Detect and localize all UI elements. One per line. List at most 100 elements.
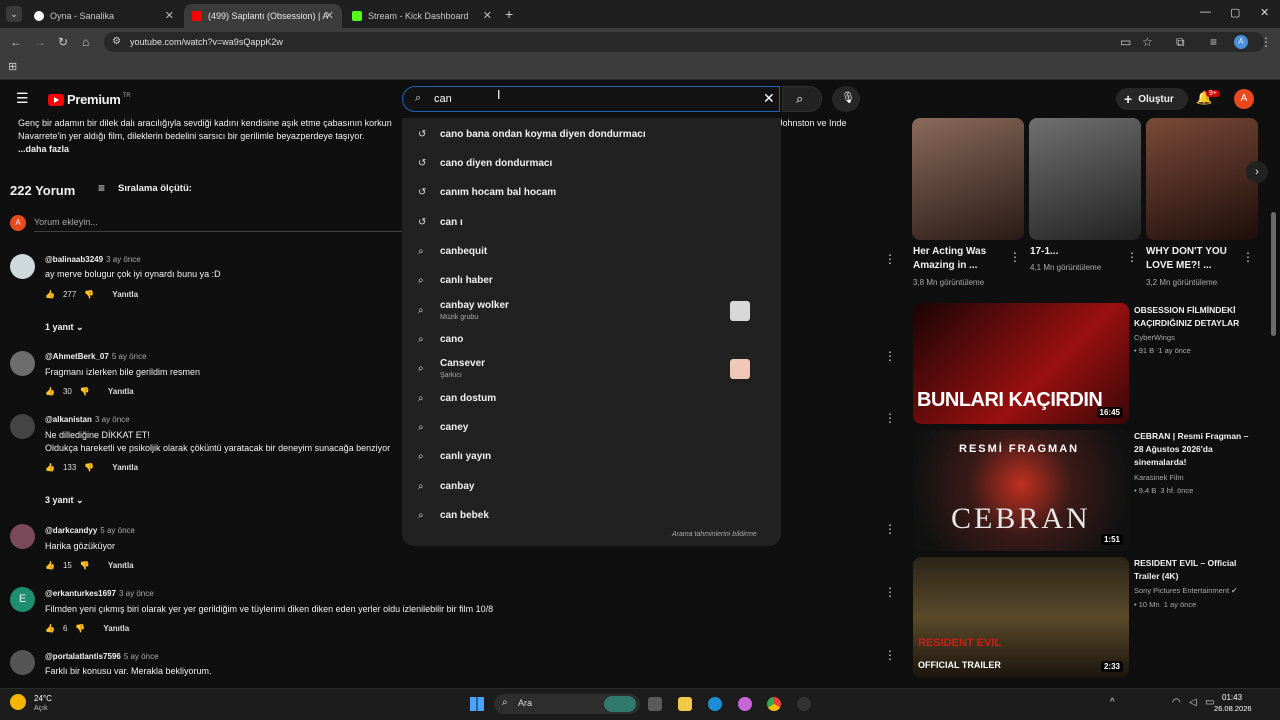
reload-icon[interactable]: ↻: [58, 35, 68, 49]
hamburger-icon[interactable]: ☰: [16, 90, 29, 107]
minimize-icon[interactable]: —: [1200, 6, 1211, 18]
new-tab-icon[interactable]: +: [505, 6, 513, 22]
reply-button[interactable]: Yanıtla: [112, 290, 138, 299]
commenter-avatar[interactable]: E: [10, 587, 35, 612]
shorts-next-button[interactable]: ›: [1246, 161, 1268, 183]
search-suggestion[interactable]: ⌕ canlı yayın: [402, 442, 781, 471]
short-thumbnail[interactable]: [1146, 118, 1258, 240]
short-menu-icon[interactable]: ⋮: [1242, 250, 1254, 264]
copilot-icon[interactable]: [738, 697, 752, 711]
search-suggestion[interactable]: ⌕ caney: [402, 413, 781, 442]
reply-button[interactable]: Yanıtla: [112, 463, 138, 472]
video-title[interactable]: RESIDENT EVIL – Official Trailer (4K): [1134, 557, 1264, 583]
sort-icon[interactable]: ≡: [98, 181, 105, 195]
like-icon[interactable]: 👍: [45, 387, 55, 396]
volume-icon[interactable]: ◁: [1189, 697, 1197, 708]
clock-time[interactable]: 01:43: [1222, 693, 1242, 702]
commenter-avatar[interactable]: [10, 650, 35, 675]
voice-search-button[interactable]: 🎙: [832, 86, 860, 112]
weather-icon[interactable]: [10, 694, 26, 710]
taskbar-search[interactable]: ⌕ Ara: [494, 694, 640, 714]
dislike-icon[interactable]: 👎: [80, 387, 90, 396]
search-input[interactable]: can: [434, 93, 452, 105]
youtube-logo[interactable]: Premium TR: [48, 92, 131, 107]
like-icon[interactable]: 👍: [45, 624, 55, 633]
commenter-avatar[interactable]: [10, 524, 35, 549]
commenter-avatar[interactable]: [10, 254, 35, 279]
forward-icon[interactable]: →: [34, 35, 46, 49]
comment-author[interactable]: @darkcandyy 5 ay önce: [45, 526, 135, 535]
search-suggestion[interactable]: ↺ cano diyen dondurmacı: [402, 149, 781, 178]
url-text[interactable]: youtube.com/watch?v=wa9sQappK2w: [130, 37, 283, 47]
search-input-container[interactable]: ⌕ can: [402, 86, 780, 112]
reading-list-icon[interactable]: ≡: [1210, 35, 1217, 49]
short-title[interactable]: WHY DON'T YOU LOVE ME?! ...: [1146, 245, 1227, 273]
reply-button[interactable]: Yanıtla: [103, 624, 129, 633]
search-suggestion[interactable]: ↺ canım hocam bal hocam: [402, 178, 781, 207]
tray-chevron-icon[interactable]: ^: [1110, 697, 1115, 708]
search-suggestion[interactable]: ⌕ can dostum: [402, 384, 781, 413]
search-button[interactable]: ⌕: [782, 86, 822, 112]
search-suggestion[interactable]: ⌕ canbequit: [402, 237, 781, 266]
app-icon[interactable]: [797, 697, 811, 711]
comment-menu-icon[interactable]: ⋮: [884, 411, 896, 425]
like-icon[interactable]: 👍: [45, 561, 55, 570]
dislike-icon[interactable]: 👎: [84, 463, 94, 472]
short-thumbnail[interactable]: [912, 118, 1024, 240]
comment-menu-icon[interactable]: ⋮: [884, 648, 896, 662]
tab-kick[interactable]: Stream - Kick Dashboard ✕: [344, 4, 500, 28]
clear-search-icon[interactable]: ✕: [763, 90, 775, 107]
tab-youtube[interactable]: (499) Saplantı (Obsession) | Alt ✕: [184, 4, 342, 28]
comment-author[interactable]: @AhmetBerk_07 5 ay önce: [45, 352, 147, 361]
comment-menu-icon[interactable]: ⋮: [884, 252, 896, 266]
short-menu-icon[interactable]: ⋮: [1126, 250, 1138, 264]
extensions-icon[interactable]: ⧉: [1176, 35, 1185, 50]
view-replies-button[interactable]: 1 yanıt ⌄: [45, 322, 84, 333]
short-title[interactable]: Her Acting Was Amazing in ...: [913, 245, 986, 273]
commenter-avatar[interactable]: [10, 351, 35, 376]
edge-icon[interactable]: [708, 697, 722, 711]
video-title[interactable]: CEBRAN | Resmi Fragman –28 Ağustos 2026'…: [1134, 430, 1264, 469]
task-view-icon[interactable]: [648, 697, 662, 711]
tab-sanalika[interactable]: Oyna - Sanalika ✕: [26, 4, 182, 28]
search-suggestion[interactable]: ⌕ canbay wolker Müzik grubu: [402, 296, 781, 325]
search-suggestion[interactable]: ⌕ canbay: [402, 472, 781, 501]
video-channel[interactable]: Sony Pictures Entertainment ✔: [1134, 586, 1237, 595]
menu-icon[interactable]: ⋮: [1260, 35, 1272, 49]
account-avatar[interactable]: A: [1234, 89, 1254, 109]
cast-icon[interactable]: ▭: [1120, 35, 1131, 49]
close-tab-icon[interactable]: ✕: [483, 9, 492, 22]
like-icon[interactable]: 👍: [45, 463, 55, 472]
search-suggestion[interactable]: ⌕ can bebek: [402, 501, 781, 530]
comment-menu-icon[interactable]: ⋮: [884, 522, 896, 536]
video-channel[interactable]: Karasinek Film: [1134, 473, 1184, 482]
search-suggestion[interactable]: ↺ cano bana ondan koyma diyen dondurmacı: [402, 120, 781, 149]
video-title[interactable]: OBSESSION FİLMİNDEKİ KAÇIRDIĞINIZ DETAYLA…: [1134, 304, 1264, 330]
like-icon[interactable]: 👍: [45, 290, 55, 299]
clock-date[interactable]: 26.08.2026: [1214, 704, 1252, 713]
video-thumbnail[interactable]: RESIDENT EVIL OFFICIAL TRAILER 2:33: [913, 557, 1129, 678]
dislike-icon[interactable]: 👎: [75, 624, 85, 633]
close-window-icon[interactable]: ✕: [1260, 6, 1269, 19]
search-suggestion[interactable]: ⌕ Cansever Şarkıcı: [402, 354, 781, 383]
tab-search-icon[interactable]: ⌄: [6, 6, 22, 22]
search-suggestion[interactable]: ⌕ cano: [402, 325, 781, 354]
report-predictions-link[interactable]: Arama tahminlerini bildirme: [672, 531, 757, 538]
bookmark-star-icon[interactable]: ☆: [1142, 35, 1153, 49]
page-scrollbar[interactable]: [1271, 212, 1276, 336]
create-button[interactable]: + Oluştur: [1116, 88, 1188, 110]
maximize-icon[interactable]: ▢: [1230, 6, 1240, 19]
video-thumbnail[interactable]: RESMİ FRAGMAN CEBRAN 1:51: [913, 430, 1129, 551]
search-suggestion[interactable]: ↺ can ı: [402, 208, 781, 237]
commenter-avatar[interactable]: [10, 414, 35, 439]
search-suggestion[interactable]: ⌕ canlı haber: [402, 266, 781, 295]
back-icon[interactable]: ←: [10, 35, 22, 49]
view-replies-button[interactable]: 3 yanıt ⌄: [45, 495, 84, 506]
windows-start-icon[interactable]: [470, 697, 484, 711]
show-more-link[interactable]: ...daha fazla: [18, 143, 403, 156]
chrome-icon[interactable]: [767, 697, 781, 711]
comment-menu-icon[interactable]: ⋮: [884, 585, 896, 599]
add-comment-input[interactable]: Yorum ekleyin...: [34, 217, 98, 227]
comment-author[interactable]: @balinaab3249 3 ay önce: [45, 255, 141, 264]
profile-avatar[interactable]: A: [1234, 35, 1248, 49]
